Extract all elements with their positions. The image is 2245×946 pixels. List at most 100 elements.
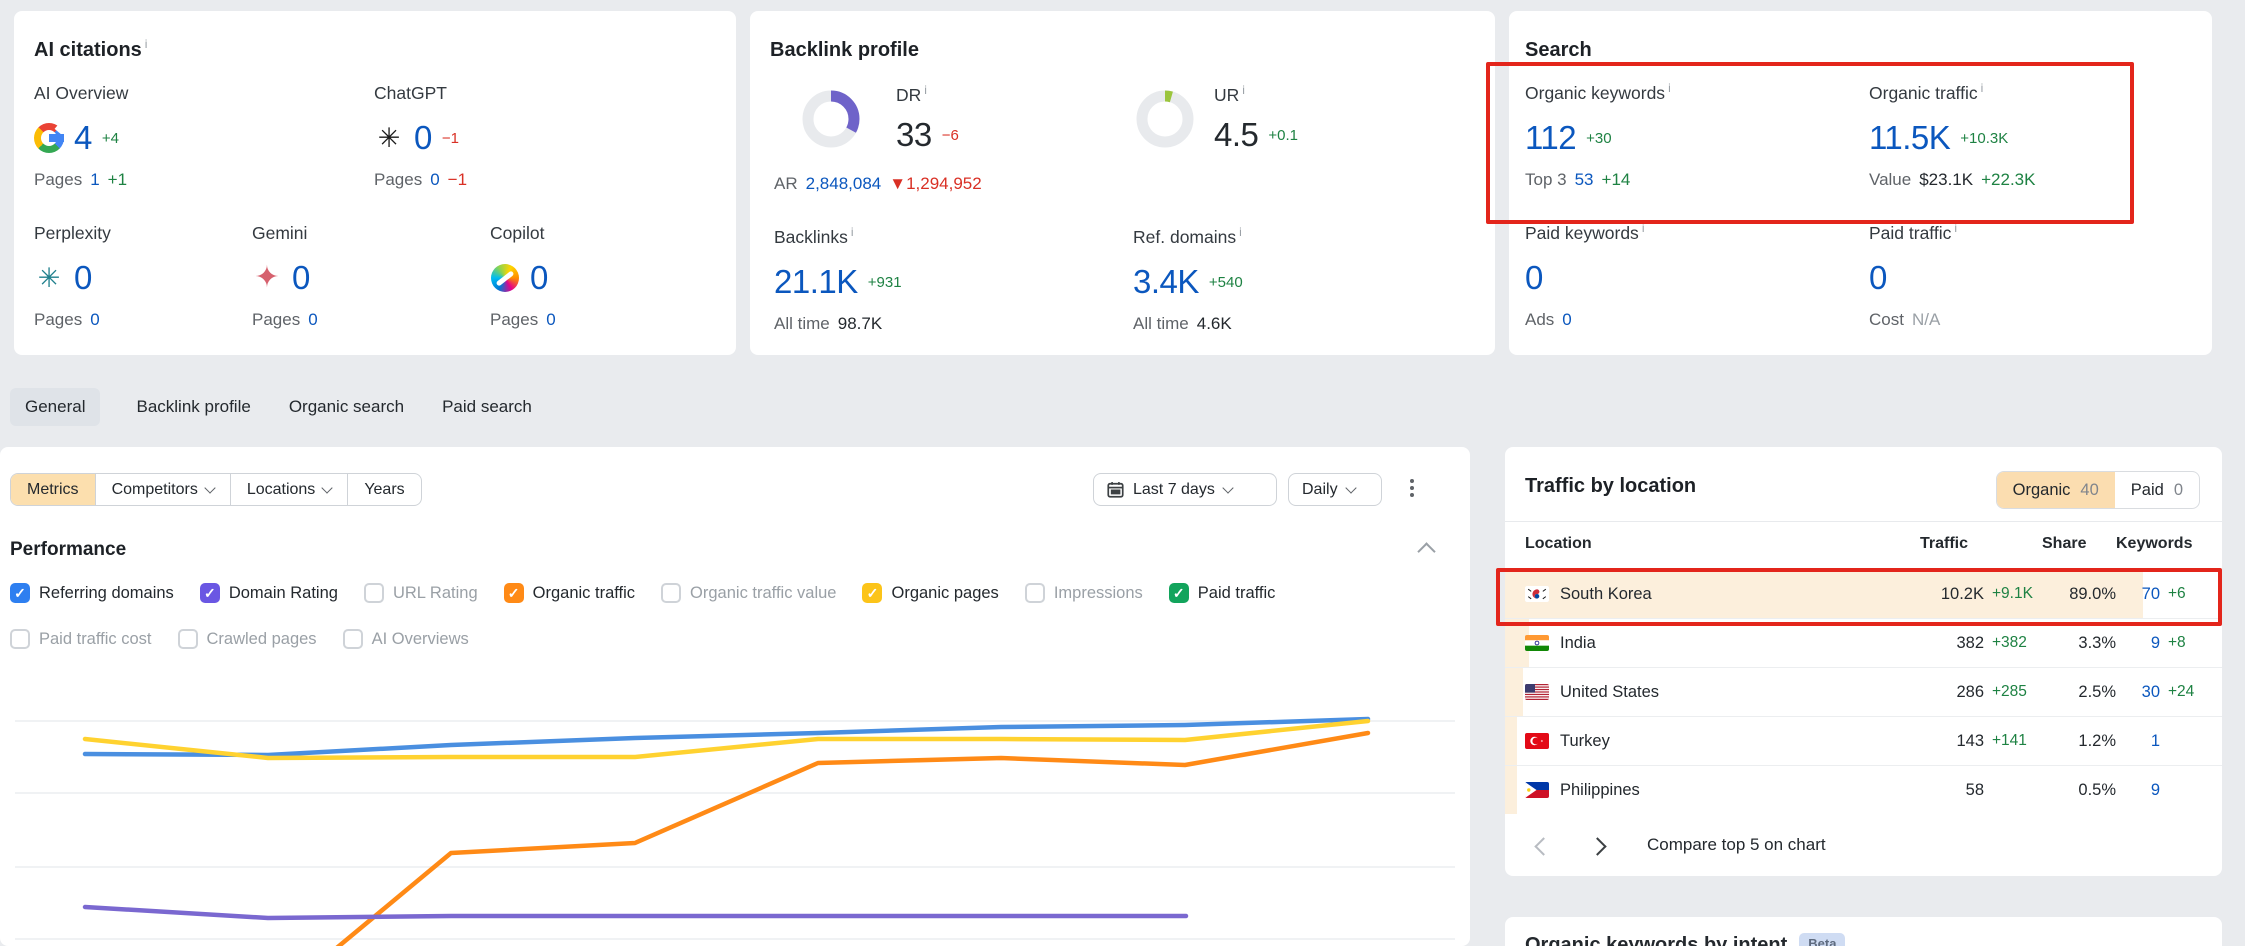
text-part: Pages: [490, 310, 538, 330]
info-icon[interactable]: [145, 37, 148, 51]
filter-segmented-control: Metrics Competitors Locations Years: [10, 473, 422, 506]
text-part: N/A: [1912, 310, 1940, 330]
text-part: $23.1K: [1919, 170, 1973, 190]
engine-value: 0: [292, 259, 310, 297]
traffic-row-united-states[interactable]: United States286+2852.5%30+24: [1505, 667, 2222, 716]
metric-checkbox-ai-overviews[interactable]: AI Overviews: [343, 629, 469, 649]
search-stat-paid-keywords: Paid keywords0Ads0: [1525, 223, 1855, 330]
metric-checkbox-row-2: Paid traffic cost Crawled pages AI Overvie…: [10, 629, 469, 649]
metric-checkbox-crawled-pages[interactable]: Crawled pages: [178, 629, 317, 649]
metric-checkbox-row-1: ✓Referring domains ✓Domain Rating URL Rati…: [10, 583, 1275, 603]
date-range-label: Last 7 days: [1133, 481, 1215, 499]
metric-checkbox-organic-traffic-value[interactable]: Organic traffic value: [661, 583, 836, 603]
traffic-row-south-korea[interactable]: South Korea10.2K+9.1K89.0%70+6: [1505, 569, 2222, 618]
info-icon[interactable]: [1668, 81, 1671, 95]
ai-citations-card: AI citations AI Overview4+4Pages1+1ChatG…: [14, 11, 736, 355]
traffic-row-india[interactable]: India382+3823.3%9+8: [1505, 618, 2222, 667]
pagination-prev-icon[interactable]: [1534, 837, 1552, 855]
traffic-table-header: Location Traffic Share Keywords: [1505, 525, 2222, 563]
filter-segment-metrics[interactable]: Metrics: [11, 474, 95, 505]
share-value: 89.0%: [2042, 585, 2116, 604]
stat-label: Paid traffic: [1869, 223, 2199, 244]
stat-delta: +30: [1586, 130, 1611, 147]
info-icon[interactable]: [924, 83, 927, 97]
metric-checkbox-paid-traffic-cost[interactable]: Paid traffic cost: [10, 629, 152, 649]
toggle-paid[interactable]: Paid 0: [2115, 472, 2199, 508]
keywords-value: 70: [2116, 585, 2160, 604]
info-icon[interactable]: [1954, 221, 1957, 235]
traffic-value: 143: [1920, 732, 1984, 751]
info-icon[interactable]: [1642, 221, 1645, 235]
info-icon[interactable]: [1242, 83, 1245, 97]
metric-checkbox-paid-traffic[interactable]: ✓Paid traffic: [1169, 583, 1276, 603]
keywords-by-intent-title: Organic keywords by intentBeta: [1525, 933, 1845, 946]
stat-label: Organic keywords: [1525, 83, 1855, 104]
engine-value: 0: [530, 259, 548, 297]
stat-value: 11.5K: [1869, 119, 1950, 157]
checkbox-unchecked-icon: [10, 629, 30, 649]
collapse-chevron-up-icon[interactable]: [1417, 542, 1435, 560]
traffic-delta: +9.1K: [1984, 585, 2042, 603]
text-part: Pages: [252, 310, 300, 330]
metric-checkbox-organic-traffic[interactable]: ✓Organic traffic: [504, 583, 635, 603]
engine-pages-row: Pages0−1: [374, 170, 704, 190]
stat-sub-row: CostN/A: [1869, 310, 2199, 330]
more-options-button[interactable]: [1408, 477, 1416, 499]
backlink-profile-card: Backlink profile DR 33−6 AR2,848,084▼1,2…: [750, 11, 1495, 355]
text-part: 1: [90, 170, 99, 190]
engine-value: 0: [414, 119, 432, 157]
text-part: +22.3K: [1981, 170, 2035, 190]
metric-checkbox-referring-domains[interactable]: ✓Referring domains: [10, 583, 174, 603]
info-icon[interactable]: [1981, 81, 1984, 95]
filter-segment-years[interactable]: Years: [347, 474, 420, 505]
search-stat-paid-traffic: Paid traffic0CostN/A: [1869, 223, 2199, 330]
backlinks-stat: Backlinks 21.1K+931 All time98.7K: [774, 227, 1104, 334]
checkbox-label: Organic pages: [891, 584, 998, 603]
metric-checkbox-impressions[interactable]: Impressions: [1025, 583, 1143, 603]
checkbox-unchecked-icon: [364, 583, 384, 603]
compare-top5-link[interactable]: Compare top 5 on chart: [1647, 835, 1826, 855]
gemini-icon: ✦: [252, 263, 282, 293]
text-part: Pages: [34, 170, 82, 190]
stat-sub-row: Ads0: [1525, 310, 1855, 330]
perplexity-icon: ✳: [34, 263, 64, 293]
filter-segment-locations[interactable]: Locations: [230, 474, 348, 505]
segment-label: Competitors: [112, 481, 198, 499]
tab-backlink-profile[interactable]: Backlink profile: [134, 388, 252, 426]
text-part: 0: [308, 310, 317, 330]
checkbox-label: Paid traffic: [1198, 584, 1276, 603]
tab-organic-search[interactable]: Organic search: [287, 388, 406, 426]
stat-label: Organic traffic: [1869, 83, 2199, 104]
text-part: −1: [448, 170, 467, 190]
keywords-delta: +24: [2160, 683, 2204, 701]
section-tabs: General Backlink profile Organic search Pai…: [10, 387, 534, 427]
metric-checkbox-domain-rating[interactable]: ✓Domain Rating: [200, 583, 338, 603]
text-part: ▼1,294,952: [889, 174, 981, 194]
traffic-row-philippines[interactable]: Philippines580.5%9: [1505, 765, 2222, 814]
filter-segment-competitors[interactable]: Competitors: [95, 474, 230, 505]
location-cell: India: [1525, 634, 1920, 653]
tab-paid-search[interactable]: Paid search: [440, 388, 534, 426]
dr-metric: DR 33−6: [896, 85, 959, 167]
date-range-button[interactable]: Last 7 days: [1093, 473, 1277, 506]
info-icon[interactable]: [851, 225, 854, 239]
location-cell: United States: [1525, 683, 1920, 702]
granularity-button[interactable]: Daily: [1288, 473, 1382, 506]
dr-value: 33: [896, 116, 932, 154]
traffic-row-turkey[interactable]: Turkey143+1411.2%1: [1505, 716, 2222, 765]
share-bar: [1505, 668, 1523, 716]
engine-delta: −1: [442, 130, 459, 147]
checkbox-unchecked-icon: [343, 629, 363, 649]
checkbox-unchecked-icon: [1025, 583, 1045, 603]
text-part: 53: [1575, 170, 1594, 190]
segment-label: Years: [364, 481, 404, 499]
chevron-down-icon: [204, 482, 215, 493]
info-icon[interactable]: [1239, 225, 1242, 239]
tab-general[interactable]: General: [10, 388, 100, 426]
checkbox-label: Referring domains: [39, 584, 174, 603]
toggle-organic[interactable]: Organic 40: [1997, 472, 2115, 508]
metric-checkbox-organic-pages[interactable]: ✓Organic pages: [862, 583, 998, 603]
pagination-next-icon[interactable]: [1588, 837, 1606, 855]
metric-checkbox-url-rating[interactable]: URL Rating: [364, 583, 478, 603]
engine-value-row: ✳0−1: [374, 119, 704, 157]
